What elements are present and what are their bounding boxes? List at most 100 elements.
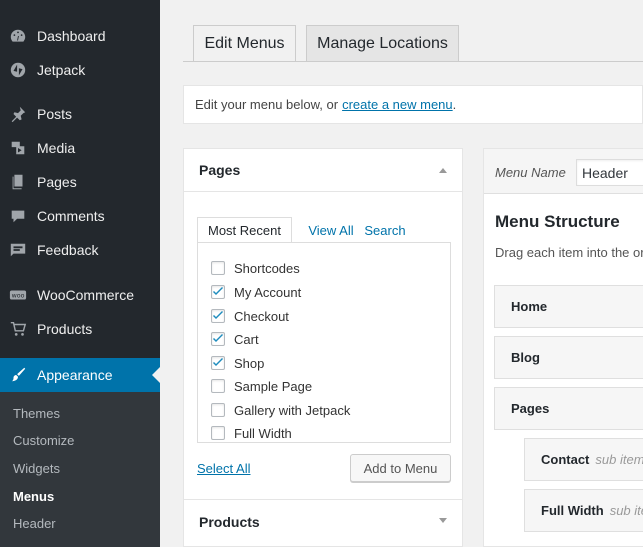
checkbox[interactable] xyxy=(211,309,225,323)
tab-view-all[interactable]: View All xyxy=(300,217,362,243)
menu-item-type: sub item xyxy=(595,452,643,467)
menu-item-home[interactable]: Home xyxy=(494,285,643,328)
list-item[interactable]: Shop xyxy=(211,354,264,372)
submenu-item-customize[interactable]: Customize xyxy=(13,433,74,448)
tab-divider xyxy=(183,61,643,62)
products-metabox-title: Products xyxy=(199,514,260,530)
checkbox[interactable] xyxy=(211,426,225,440)
submenu-item-header[interactable]: Header xyxy=(13,516,56,531)
submenu-item-widgets[interactable]: Widgets xyxy=(13,461,60,476)
list-item-label: Cart xyxy=(234,331,259,347)
pages-metabox: Pages Most Recent View All Search Shortc… xyxy=(183,148,463,500)
menu-item-contact[interactable]: Contact sub item xyxy=(524,438,643,481)
list-item[interactable]: My Account xyxy=(211,283,301,301)
active-indicator xyxy=(152,367,160,383)
sidebar-item-comments[interactable]: Comments xyxy=(0,199,160,233)
menu-item-label: Contact xyxy=(541,452,590,467)
sidebar-item-feedback[interactable]: Feedback xyxy=(0,233,160,267)
menu-item-pages[interactable]: Pages xyxy=(494,387,643,430)
list-item-label: Gallery with Jetpack xyxy=(234,402,351,418)
menu-item-full-width[interactable]: Full Width sub item xyxy=(524,489,643,532)
create-new-menu-link[interactable]: create a new menu xyxy=(342,97,453,112)
list-item-label: Full Width xyxy=(234,425,292,441)
sidebar-item-label: Jetpack xyxy=(37,62,86,78)
checkbox[interactable] xyxy=(211,403,225,417)
sidebar-item-label: Dashboard xyxy=(37,28,106,44)
menu-name-label: Menu Name xyxy=(495,165,566,180)
list-item-label: Sample Page xyxy=(234,378,313,394)
sidebar-item-label: Feedback xyxy=(37,242,99,258)
list-item-label: Shortcodes xyxy=(234,260,300,276)
select-all-link[interactable]: Select All xyxy=(197,461,250,476)
jetpack-icon xyxy=(8,60,28,80)
pages-metabox-title: Pages xyxy=(199,162,241,178)
submenu-item-menus[interactable]: Menus xyxy=(13,489,54,504)
list-item[interactable]: Cart xyxy=(211,330,259,348)
svg-text:woo: woo xyxy=(12,293,25,300)
checkbox[interactable] xyxy=(211,379,225,393)
sidebar-item-products[interactable]: Products xyxy=(0,312,160,346)
menu-item-label: Full Width xyxy=(541,503,604,518)
products-metabox[interactable]: Products xyxy=(183,499,463,547)
admin-sidebar: Dashboard Jetpack Posts Media Pages Comm… xyxy=(0,0,160,547)
add-to-menu-button[interactable]: Add to Menu xyxy=(350,454,451,482)
checkbox[interactable] xyxy=(211,332,225,346)
list-item[interactable]: Shortcodes xyxy=(211,259,300,277)
submenu-item-themes[interactable]: Themes xyxy=(13,406,60,421)
sidebar-item-label: WooCommerce xyxy=(37,287,134,303)
collapse-arrow-icon[interactable] xyxy=(439,168,447,173)
pin-icon xyxy=(8,104,28,124)
checkbox[interactable] xyxy=(211,356,225,370)
menu-instructions: Drag each item into the order you prefer… xyxy=(495,245,643,260)
sidebar-item-label: Appearance xyxy=(37,367,113,383)
sidebar-item-dashboard[interactable]: Dashboard xyxy=(0,19,160,53)
cart-icon xyxy=(8,319,28,339)
list-item-label: My Account xyxy=(234,284,302,300)
expand-arrow-icon[interactable] xyxy=(439,518,447,523)
tab-search[interactable]: Search xyxy=(364,217,406,243)
sidebar-item-appearance[interactable]: Appearance xyxy=(0,358,160,392)
notice-text: Edit your menu below, or xyxy=(195,97,339,112)
tab-edit-menus[interactable]: Edit Menus xyxy=(193,25,296,62)
list-item[interactable]: Sample Page xyxy=(211,377,312,395)
sidebar-item-woocommerce[interactable]: woo WooCommerce xyxy=(0,278,160,312)
sidebar-item-media[interactable]: Media xyxy=(0,131,160,165)
feedback-icon xyxy=(8,240,28,260)
tab-manage-locations[interactable]: Manage Locations xyxy=(306,25,459,62)
checkbox[interactable] xyxy=(211,261,225,275)
menu-item-blog[interactable]: Blog xyxy=(494,336,643,379)
sidebar-item-posts[interactable]: Posts xyxy=(0,97,160,131)
sidebar-item-label: Media xyxy=(37,140,76,156)
pages-metabox-header[interactable]: Pages xyxy=(184,149,462,192)
sidebar-item-label: Comments xyxy=(37,208,105,224)
menu-notice: Edit your menu below, or create a new me… xyxy=(183,85,643,124)
appearance-submenu: Themes Customize Widgets Menus Header xyxy=(0,392,160,547)
brush-icon xyxy=(8,365,28,385)
woocommerce-icon: woo xyxy=(8,285,28,305)
menu-item-label: Pages xyxy=(511,401,550,416)
menu-item-label: Blog xyxy=(511,350,540,365)
menu-structure-title: Menu Structure xyxy=(495,212,620,231)
menu-name-bar: Menu Name xyxy=(484,149,643,194)
tab-most-recent[interactable]: Most Recent xyxy=(197,217,292,243)
notice-suffix: . xyxy=(452,97,457,112)
sidebar-item-pages[interactable]: Pages xyxy=(0,165,160,199)
checkbox[interactable] xyxy=(211,285,225,299)
dashboard-icon xyxy=(8,26,28,46)
sidebar-item-jetpack[interactable]: Jetpack xyxy=(0,53,160,87)
list-item[interactable]: Gallery with Jetpack xyxy=(211,401,350,419)
list-item-label: Checkout xyxy=(234,308,289,324)
comment-icon xyxy=(8,206,28,226)
list-item[interactable]: Checkout xyxy=(211,307,289,325)
sidebar-item-label: Products xyxy=(37,321,93,337)
menu-item-label: Home xyxy=(511,299,548,314)
sidebar-item-label: Pages xyxy=(37,174,77,190)
pages-icon xyxy=(8,172,28,192)
list-item[interactable]: Full Width xyxy=(211,424,292,442)
list-item-label: Shop xyxy=(234,355,265,371)
menu-structure-panel: Menu Name Menu Structure Drag each item … xyxy=(483,148,643,547)
sidebar-item-label: Posts xyxy=(37,106,73,122)
media-icon xyxy=(8,138,28,158)
menu-name-input[interactable] xyxy=(576,159,643,186)
menu-item-type: sub item xyxy=(609,503,643,518)
